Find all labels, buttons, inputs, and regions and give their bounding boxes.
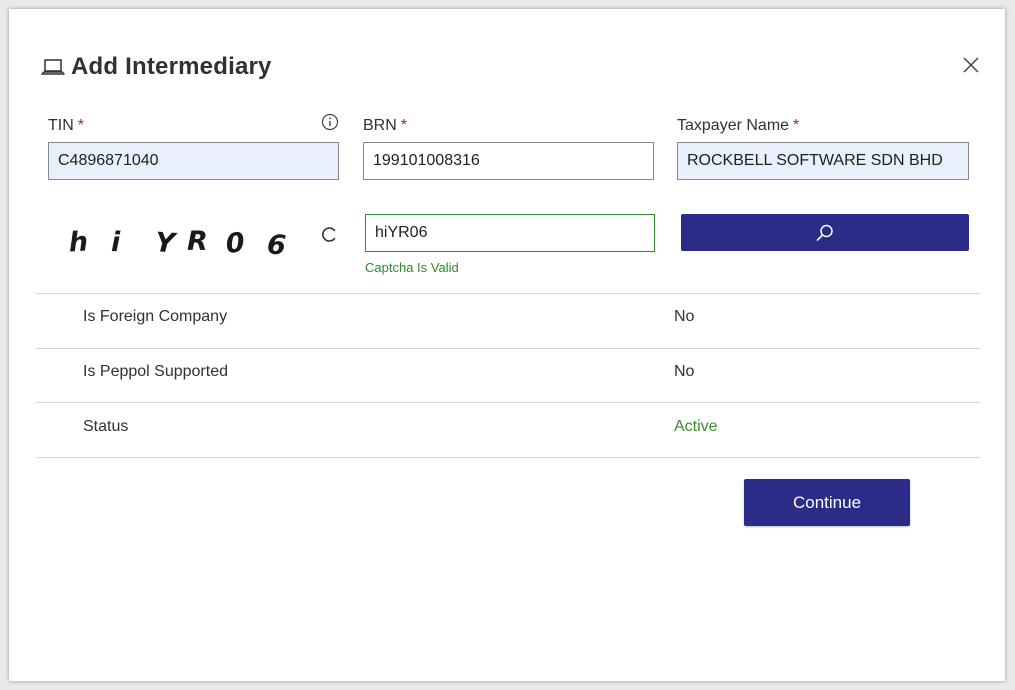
captcha-status: Captcha Is Valid	[365, 260, 459, 275]
brn-input[interactable]: 199101008316	[363, 142, 654, 180]
required-marker: *	[793, 117, 800, 134]
required-marker: *	[77, 117, 85, 134]
divider	[36, 457, 981, 458]
svg-text:i: i	[111, 227, 121, 258]
divider	[36, 348, 981, 349]
tin-input[interactable]: C4896871040	[48, 142, 339, 180]
info-icon[interactable]	[321, 113, 339, 131]
detail-label: Is Peppol Supported	[83, 363, 228, 380]
required-marker: *	[400, 117, 408, 134]
dialog-header: Add Intermediary	[41, 53, 272, 81]
taxpayer-name-label: Taxpayer Name *	[677, 117, 800, 134]
captcha-image: h i Y R 0 6	[69, 226, 287, 260]
divider	[36, 293, 981, 294]
brn-field: BRN * 199101008316	[363, 116, 654, 180]
svg-text:Y: Y	[154, 227, 178, 259]
add-intermediary-dialog: Add Intermediary TIN * C4896871040 BRN * 1…	[9, 9, 1005, 681]
dialog-title: Add Intermediary	[71, 53, 272, 80]
taxpayer-name-field: Taxpayer Name * ROCKBELL SOFTWARE SDN BHD	[677, 116, 969, 180]
taxpayer-name-input[interactable]: ROCKBELL SOFTWARE SDN BHD	[677, 142, 969, 180]
detail-label: Is Foreign Company	[83, 308, 228, 325]
tin-label: TIN *	[48, 117, 85, 134]
status-value: Active	[674, 418, 718, 435]
continue-button[interactable]: Continue	[744, 479, 910, 526]
captcha-input[interactable]: hiYR06	[365, 214, 655, 252]
detail-label: Status	[83, 418, 129, 435]
captcha-field: hiYR06	[365, 214, 655, 252]
svg-text:h: h	[69, 227, 89, 259]
svg-text:R: R	[187, 226, 208, 257]
refresh-icon[interactable]	[320, 224, 338, 244]
detail-value: No	[674, 308, 695, 325]
laptop-icon	[41, 59, 65, 75]
brn-label: BRN *	[363, 117, 408, 134]
detail-value: No	[674, 363, 695, 380]
close-icon[interactable]	[963, 57, 979, 73]
tin-field: TIN * C4896871040	[48, 113, 339, 180]
divider	[36, 402, 981, 403]
search-icon	[816, 224, 833, 241]
search-button[interactable]	[681, 214, 969, 251]
svg-text:6: 6	[266, 229, 287, 260]
svg-text:0: 0	[224, 227, 245, 260]
